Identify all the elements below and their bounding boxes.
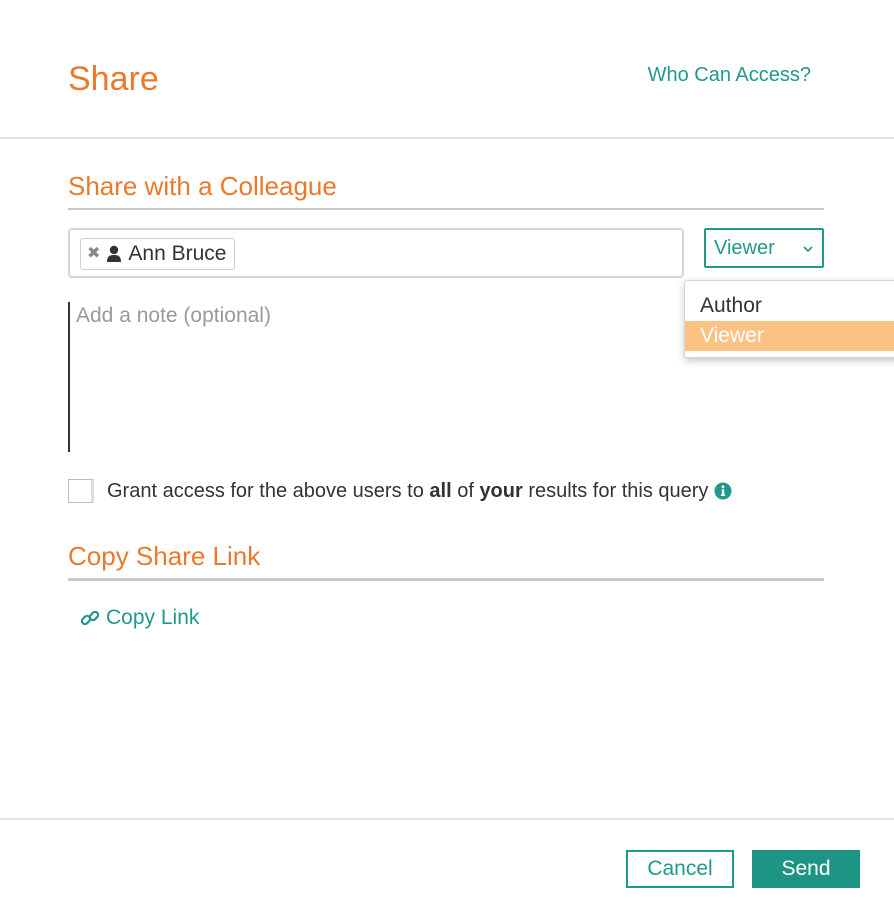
copy-section-rule (68, 578, 824, 581)
recipient-name: Ann Bruce (128, 242, 227, 265)
role-dropdown-menu: Author Viewer (684, 280, 894, 358)
footer-divider (0, 818, 894, 820)
who-can-access-link[interactable]: Who Can Access? (648, 64, 811, 87)
close-icon[interactable]: ✖ (87, 246, 100, 262)
link-icon (80, 610, 100, 626)
chevron-down-icon (803, 246, 813, 253)
copy-section-title: Copy Share Link (68, 541, 261, 571)
grant-access-label: Grant access for the above users to all … (107, 479, 709, 502)
header-divider (0, 137, 894, 139)
role-option-viewer[interactable]: Viewer (685, 321, 894, 351)
role-option-author[interactable]: Author (685, 291, 894, 321)
role-select-value: Viewer (714, 236, 775, 259)
send-button[interactable]: Send (752, 850, 860, 888)
note-field[interactable]: Add a note (optional) (68, 302, 668, 452)
grant-access-row: Grant access for the above users to all … (68, 478, 732, 504)
cancel-button[interactable]: Cancel (626, 850, 734, 888)
dialog-title: Share (68, 60, 159, 98)
recipient-chip: ✖ Ann Bruce (80, 238, 236, 270)
copy-link-label: Copy Link (106, 606, 200, 629)
user-icon (107, 245, 122, 262)
copy-link-button[interactable]: Copy Link (80, 606, 199, 630)
info-icon[interactable] (714, 482, 732, 500)
recipient-input[interactable]: ✖ Ann Bruce (68, 228, 684, 278)
grant-access-checkbox[interactable] (68, 479, 94, 503)
note-placeholder: Add a note (optional) (76, 304, 271, 327)
share-section-title: Share with a Colleague (68, 171, 337, 201)
role-select[interactable]: Viewer (704, 228, 824, 268)
share-section-rule (68, 208, 824, 210)
